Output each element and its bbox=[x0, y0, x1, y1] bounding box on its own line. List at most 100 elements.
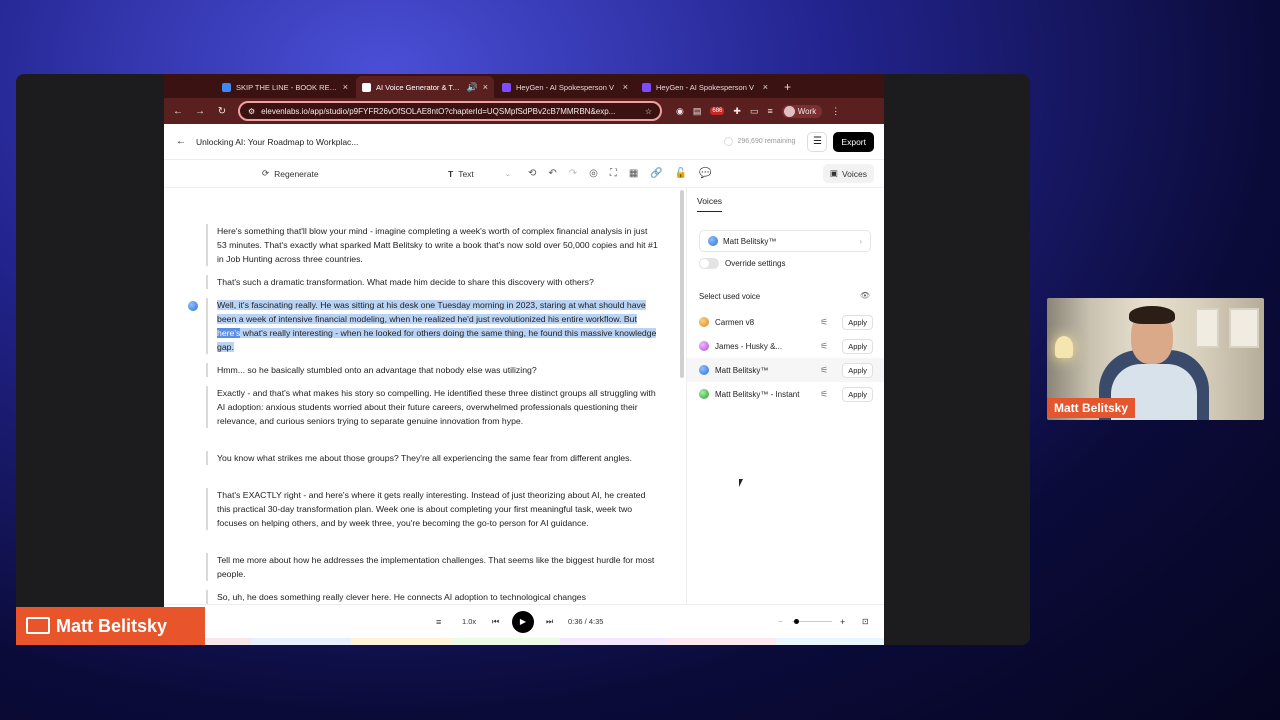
extension-icon[interactable]: ▤ bbox=[693, 106, 702, 117]
zoom-out-icon[interactable]: − bbox=[778, 617, 783, 626]
apply-button[interactable]: Apply bbox=[842, 362, 873, 378]
back-icon[interactable]: ← bbox=[172, 106, 184, 117]
close-icon[interactable]: × bbox=[343, 82, 348, 92]
script-editor[interactable]: Here's something that'll blow your mind … bbox=[164, 188, 679, 604]
export-button[interactable]: Export bbox=[833, 131, 874, 152]
skip-forward-icon[interactable]: ⏭ bbox=[546, 617, 553, 627]
sliders-icon[interactable]: ⚟ bbox=[820, 389, 828, 400]
text-mode-dropdown[interactable]: T Text ⌄ bbox=[448, 169, 511, 179]
voice-name: James - Husky &... bbox=[715, 341, 783, 351]
paragraph-text: Well, it's fascinating really. He was si… bbox=[217, 300, 646, 324]
extension-icon[interactable]: ◉ bbox=[676, 106, 684, 117]
script-paragraph[interactable]: Here's something that'll blow your mind … bbox=[206, 224, 658, 266]
sidebar-header-tab[interactable]: Voices bbox=[697, 196, 723, 212]
script-paragraph[interactable]: You know what strikes me about those gro… bbox=[206, 451, 658, 465]
history-icon[interactable]: ⟲ bbox=[528, 168, 536, 179]
script-paragraph[interactable]: Hmm... so he basically stumbled onto an … bbox=[206, 363, 658, 377]
voice-row[interactable]: Carmen v8 ⚟ Apply bbox=[687, 310, 884, 334]
playback-speed[interactable]: 1.0x bbox=[462, 617, 476, 626]
eye-icon[interactable]: 👁 bbox=[860, 291, 870, 300]
browser-window: SKIP THE LINE - BOOK REVIE × AI Voice Ge… bbox=[164, 74, 884, 645]
regenerate-button[interactable]: ⟳ Regenerate bbox=[262, 168, 319, 179]
reload-icon[interactable]: ↻ bbox=[216, 106, 228, 117]
url-field[interactable]: ⚙ elevenlabs.io/app/studio/p9FYFR26vOfSO… bbox=[238, 101, 662, 121]
browser-tab-3[interactable]: HeyGen - AI Spokesperson V × bbox=[496, 76, 634, 98]
zoom-in-icon[interactable]: + bbox=[840, 617, 845, 627]
override-toggle[interactable] bbox=[699, 258, 719, 269]
sliders-icon[interactable]: ⚟ bbox=[820, 365, 828, 376]
voice-row[interactable]: Matt Belitsky™ - Instant ⚟ Apply bbox=[687, 382, 884, 406]
apply-button[interactable]: Apply bbox=[842, 386, 873, 402]
site-settings-icon[interactable]: ⚙ bbox=[248, 107, 255, 116]
voice-orb-icon bbox=[699, 317, 709, 327]
voice-row[interactable]: Matt Belitsky™ ⚟ Apply bbox=[687, 358, 884, 382]
voice-name: Carmen v8 bbox=[715, 317, 755, 327]
webcam-name-tag: Matt Belitsky bbox=[1047, 398, 1136, 418]
timeline-strip[interactable] bbox=[164, 638, 884, 645]
extension-badge[interactable]: 686 bbox=[710, 107, 725, 115]
link-icon[interactable]: 🔗 bbox=[650, 168, 662, 179]
wall-frame-shape bbox=[1229, 308, 1259, 348]
sliders-icon[interactable]: ⚟ bbox=[820, 341, 828, 352]
paragraph-text: That's EXACTLY right - and here's where … bbox=[217, 490, 646, 528]
bookmark-star-icon[interactable]: ☆ bbox=[645, 107, 652, 116]
heygen-favicon-icon bbox=[502, 82, 511, 92]
credits-remaining: 296,690 remaining bbox=[724, 137, 795, 146]
apply-button[interactable]: Apply bbox=[842, 338, 873, 354]
crop-icon[interactable]: ⛶ bbox=[610, 168, 617, 179]
cast-icon[interactable]: ▭ bbox=[750, 106, 759, 117]
back-arrow-icon[interactable]: ← bbox=[176, 136, 186, 147]
voices-label: Voices bbox=[841, 168, 867, 179]
fullscreen-icon[interactable]: ⊡ bbox=[862, 617, 869, 626]
more-vertical-icon[interactable]: ⋮ bbox=[831, 106, 840, 117]
voice-name: Matt Belitsky™ bbox=[715, 365, 769, 375]
current-voice-name: Matt Belitsky™ bbox=[723, 236, 777, 246]
browser-tab-2[interactable]: AI Voice Generator & Text 🔊 × bbox=[356, 76, 494, 98]
current-voice-selector[interactable]: Matt Belitsky™ › bbox=[699, 230, 871, 252]
editor-toolbar: ⟳ Regenerate T Text ⌄ ⟲ ↶ ↷ ◎ ⛶ ▦ 🔗 🔓 💬 … bbox=[164, 160, 884, 188]
apply-button[interactable]: Apply bbox=[842, 314, 873, 330]
project-title[interactable]: Unlocking AI: Your Roadmap to Workplac..… bbox=[196, 137, 724, 147]
close-icon[interactable]: × bbox=[623, 82, 628, 92]
sliders-icon[interactable]: ⚟ bbox=[820, 317, 828, 328]
monitor-icon bbox=[26, 617, 50, 635]
redo-icon[interactable]: ↷ bbox=[569, 168, 577, 179]
profile-chip[interactable]: Work bbox=[781, 104, 823, 118]
paragraph-text: Exactly - and that's what makes his stor… bbox=[217, 388, 656, 426]
voice-orb-icon bbox=[699, 389, 709, 399]
play-button[interactable]: ▶ bbox=[512, 610, 534, 633]
queue-icon[interactable]: ≡ bbox=[436, 617, 441, 627]
paragraph-text: You know what strikes me about those gro… bbox=[217, 453, 632, 463]
browser-tab-4[interactable]: HeyGen - AI Spokesperson V × bbox=[636, 76, 774, 98]
script-paragraph[interactable]: Exactly - and that's what makes his stor… bbox=[206, 386, 658, 428]
voice-row[interactable]: James - Husky &... ⚟ Apply bbox=[687, 334, 884, 358]
close-icon[interactable]: × bbox=[763, 82, 768, 92]
hamburger-menu-button[interactable]: ☰ bbox=[807, 131, 828, 152]
voices-panel-button[interactable]: ▣ Voices bbox=[822, 164, 874, 183]
menu-lines-icon[interactable]: ≡ bbox=[767, 106, 772, 116]
calculator-icon[interactable]: ▦ bbox=[629, 168, 638, 179]
script-paragraph[interactable]: Tell me more about how he addresses the … bbox=[206, 553, 658, 581]
script-paragraph[interactable]: That's EXACTLY right - and here's where … bbox=[206, 488, 658, 530]
puzzle-icon[interactable]: ✚ bbox=[733, 106, 741, 117]
close-icon[interactable]: × bbox=[483, 82, 488, 92]
target-icon[interactable]: ◎ bbox=[589, 168, 598, 179]
editor-scrollbar[interactable] bbox=[680, 190, 684, 378]
script-paragraph[interactable]: So, uh, he does something really clever … bbox=[206, 590, 658, 604]
new-tab-button[interactable]: + bbox=[776, 80, 799, 98]
playback-time: 0:36 / 4:35 bbox=[568, 617, 604, 626]
script-paragraph-selected[interactable]: Well, it's fascinating really. He was si… bbox=[206, 298, 658, 354]
voice-name: Matt Belitsky™ - Instant bbox=[715, 389, 800, 399]
speaker-icon[interactable]: 🔊 bbox=[467, 82, 478, 93]
progress-ring-icon bbox=[724, 137, 734, 146]
comment-icon[interactable]: 💬 bbox=[699, 168, 711, 179]
lock-icon[interactable]: 🔓 bbox=[675, 168, 687, 179]
skip-back-icon[interactable]: ⏮ bbox=[492, 617, 499, 627]
script-paragraph[interactable]: That's such a dramatic transformation. W… bbox=[206, 275, 658, 289]
browser-tab-1[interactable]: SKIP THE LINE - BOOK REVIE × bbox=[216, 76, 354, 98]
regenerate-label: Regenerate bbox=[274, 168, 319, 179]
zoom-slider-handle[interactable] bbox=[794, 619, 799, 624]
undo-icon[interactable]: ↶ bbox=[548, 168, 556, 179]
tab-title: SKIP THE LINE - BOOK REVIE bbox=[236, 82, 338, 92]
forward-icon[interactable]: → bbox=[194, 106, 206, 117]
